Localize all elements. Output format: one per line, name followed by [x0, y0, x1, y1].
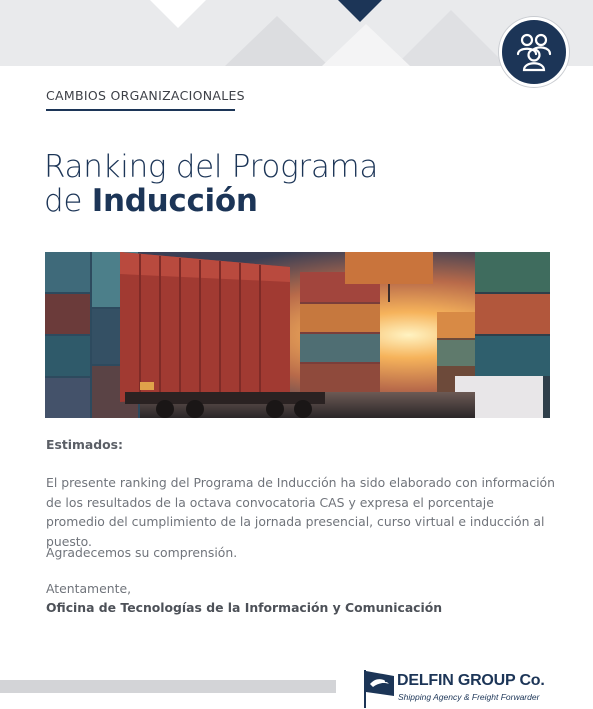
logo-tagline: Shipping Agency & Freight Forwarder — [398, 692, 540, 702]
shipping-containers-truck-photo — [45, 252, 550, 418]
decor-triangle — [150, 0, 206, 28]
body-paragraph: El presente ranking del Programa de Indu… — [46, 475, 555, 549]
decor-triangle — [395, 10, 507, 66]
title-bold: Inducción — [91, 183, 258, 219]
office-signature: Oficina de Tecnologías de la Información… — [46, 600, 443, 615]
logo-name: DELFIN GROUP Co. — [397, 672, 545, 689]
title-prefix: de — [44, 183, 83, 219]
decor-triangle — [322, 24, 410, 66]
decor-triangle — [225, 16, 329, 66]
page-title: Ranking del Programa de Inducción — [44, 150, 378, 218]
footer-bar — [0, 680, 336, 693]
people-group-icon — [499, 17, 569, 87]
title-line-1: Ranking del Programa — [44, 149, 379, 185]
section-label: CAMBIOS ORGANIZACIONALES — [46, 88, 245, 103]
title-line-2: de Inducción — [44, 184, 378, 218]
delfin-flag-logo-icon — [364, 670, 394, 708]
decor-triangle-navy — [338, 0, 382, 22]
closing-line: Atentamente, — [46, 581, 132, 596]
greeting: Estimados: — [46, 437, 123, 452]
thanks-line: Agradecemos su comprensión. — [46, 545, 238, 560]
section-underline — [46, 109, 235, 111]
